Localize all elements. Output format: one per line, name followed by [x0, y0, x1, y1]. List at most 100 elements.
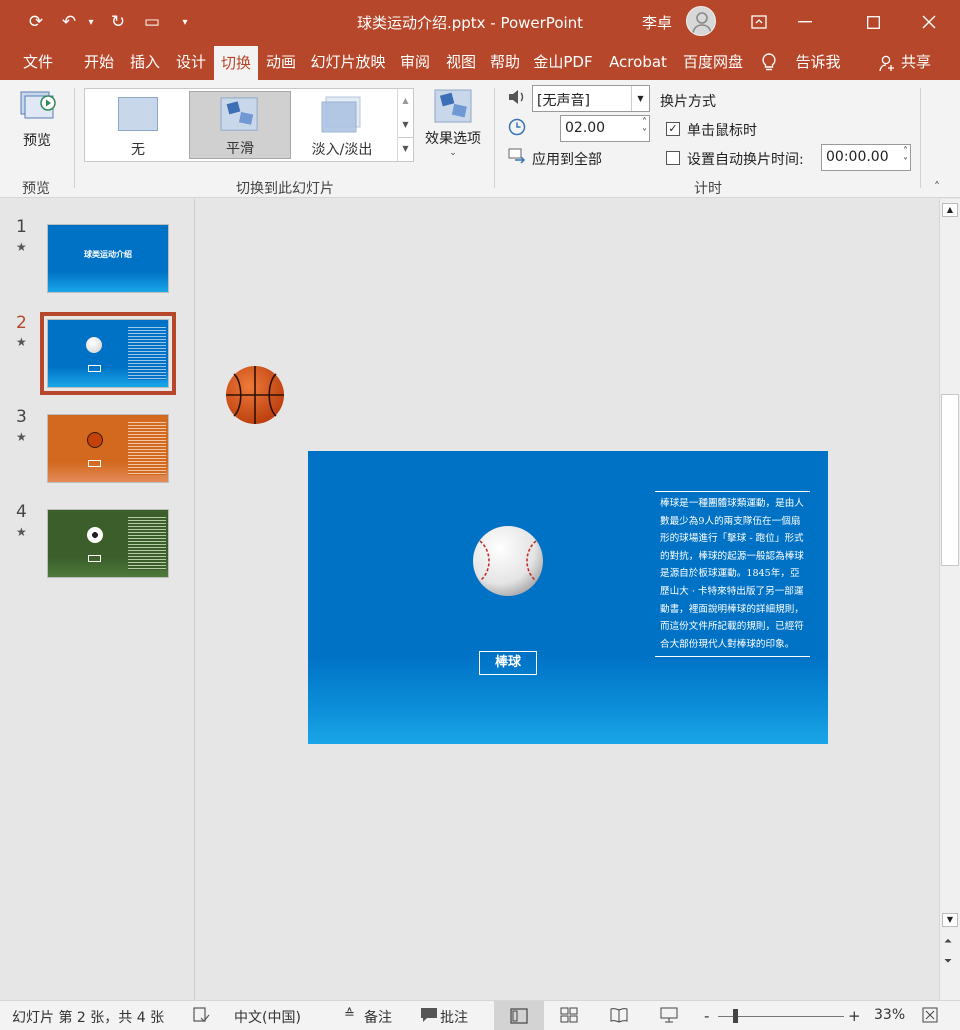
duration-down-icon[interactable]: ˅ — [642, 128, 647, 139]
gallery-down-icon[interactable]: ▼ — [398, 113, 413, 137]
tab-animations[interactable]: 动画 — [260, 44, 302, 80]
zoom-out-icon[interactable]: - — [704, 1007, 709, 1025]
next-slide-icon[interactable]: ⏷ — [944, 956, 952, 967]
after-time-checkbox[interactable] — [666, 151, 680, 165]
zoom-level[interactable]: 33% — [874, 1007, 905, 1023]
slide-thumbnail-4[interactable] — [47, 509, 169, 578]
comments-icon[interactable] — [420, 1007, 438, 1027]
zoom-slider-thumb[interactable] — [733, 1009, 738, 1023]
gallery-up-icon[interactable]: ▲ — [398, 89, 413, 113]
language-indicator[interactable]: 中文(中国) — [234, 1007, 301, 1027]
advance-slide-title: 换片方式 — [660, 94, 716, 110]
avatar[interactable] — [686, 6, 716, 36]
preview-label: 预览 — [23, 133, 51, 149]
duration-up-icon[interactable]: ˄ — [642, 117, 647, 128]
speaker-icon — [507, 88, 527, 110]
redo-icon[interactable]: ↻ — [106, 10, 130, 34]
separator — [494, 88, 495, 188]
tab-acrobat[interactable]: Acrobat — [602, 44, 674, 80]
duration-spinner[interactable]: 02.00 ˄ ˅ — [560, 115, 650, 142]
vertical-scrollbar[interactable]: ▲ ▼ ⏶ ⏷ — [939, 199, 960, 1000]
undo-icon[interactable]: ↶ — [58, 10, 80, 34]
baseball-image[interactable] — [472, 525, 544, 601]
slide-body-text[interactable]: 棒球是一種團體球類運動，是由人數最少為9人的兩支隊伍在一個扇形的球場進行「擊球 … — [655, 491, 810, 658]
notes-icon[interactable]: ≙ — [344, 1007, 355, 1022]
autosave-icon[interactable]: ⟳ — [24, 10, 48, 34]
ribbon-display-icon[interactable] — [736, 4, 782, 40]
tab-review[interactable]: 审阅 — [394, 44, 436, 80]
zoom-in-icon[interactable]: + — [848, 1007, 861, 1025]
scroll-up-icon[interactable]: ▲ — [942, 203, 958, 217]
share-icon[interactable] — [878, 54, 896, 76]
tab-view[interactable]: 视图 — [440, 44, 482, 80]
tab-home[interactable]: 开始 — [78, 44, 120, 80]
collapse-ribbon-icon[interactable]: ˄ — [934, 180, 940, 194]
transition-fade-label: 淡入/淡出 — [311, 142, 373, 158]
fit-to-window-icon[interactable] — [922, 1007, 938, 1027]
previous-slide-icon[interactable]: ⏶ — [944, 936, 952, 947]
sound-dropdown-icon[interactable]: ▼ — [631, 86, 649, 111]
effect-options-button[interactable]: 效果选项 ⌄ — [418, 88, 488, 174]
tab-design[interactable]: 设计 — [170, 44, 212, 80]
preview-icon — [20, 91, 56, 119]
after-time-up-icon[interactable]: ˄ — [903, 146, 908, 157]
tab-slideshow[interactable]: 幻灯片放映 — [306, 44, 390, 80]
undo-dropdown-icon[interactable]: ▾ — [84, 10, 98, 34]
share-button[interactable]: 共享 — [898, 44, 934, 80]
clock-icon — [508, 118, 526, 140]
transition-none[interactable]: 无 — [87, 91, 189, 159]
maximize-button[interactable] — [850, 4, 896, 40]
transition-fade[interactable]: 淡入/淡出 — [291, 91, 393, 159]
gallery-scroll[interactable]: ▲ ▼ ▼ — [397, 89, 413, 161]
slide-sorter-icon[interactable] — [560, 1007, 578, 1027]
apply-all-icon — [508, 148, 528, 170]
minimize-button[interactable] — [782, 4, 828, 40]
transition-star-icon: ★ — [16, 240, 27, 254]
transition-morph[interactable]: 平滑 — [189, 91, 291, 159]
reading-view-icon[interactable] — [610, 1007, 628, 1027]
customize-toolbar-icon[interactable]: ▾ — [178, 10, 192, 34]
tab-insert[interactable]: 插入 — [124, 44, 166, 80]
sound-value: [无声音] — [537, 93, 590, 109]
after-time-down-icon[interactable]: ˅ — [903, 157, 908, 168]
normal-view-icon — [510, 1008, 528, 1024]
lightbulb-icon[interactable] — [760, 52, 778, 76]
after-time-label: 设置自动换片时间: — [687, 152, 804, 168]
normal-view-button[interactable] — [494, 1001, 544, 1030]
transitions-group-label: 切换到此幻灯片 — [236, 181, 334, 197]
tab-help[interactable]: 帮助 — [484, 44, 526, 80]
fade-icon — [321, 96, 361, 133]
slide-thumbnail-2[interactable] — [40, 312, 176, 395]
start-slideshow-icon[interactable]: ▭ — [140, 10, 164, 34]
duration-value: 02.00 — [565, 120, 606, 136]
apply-to-all-button[interactable]: 应用到全部 — [532, 149, 602, 169]
close-button[interactable] — [906, 4, 952, 40]
tab-file[interactable]: 文件 — [14, 44, 62, 80]
tab-baidu-netdisk[interactable]: 百度网盘 — [678, 44, 748, 80]
comments-button[interactable]: 批注 — [440, 1007, 468, 1027]
slide-number: 1 — [16, 217, 27, 237]
slide-caption[interactable]: 棒球 — [479, 651, 537, 675]
tab-wps-pdf[interactable]: 金山PDF — [530, 44, 596, 80]
slideshow-view-icon[interactable] — [660, 1007, 678, 1027]
sound-select[interactable]: [无声音] ▼ — [532, 85, 650, 112]
slide-thumbnail-3[interactable] — [47, 414, 169, 483]
ribbon-tabs: 文件 开始 插入 设计 切换 动画 幻灯片放映 审阅 视图 帮助 金山PDF A… — [0, 44, 960, 80]
user-name[interactable]: 李卓 — [642, 12, 672, 33]
scroll-down-icon[interactable]: ▼ — [942, 913, 958, 927]
on-click-checkbox[interactable]: ✓ — [666, 122, 680, 136]
scroll-thumb[interactable] — [941, 394, 959, 566]
slide-number: 2 — [16, 313, 27, 333]
transition-morph-label: 平滑 — [226, 141, 254, 157]
preview-button[interactable]: 预览 — [12, 88, 62, 158]
tab-transitions[interactable]: 切换 — [214, 46, 258, 80]
basketball-image[interactable] — [225, 365, 285, 429]
person-icon — [692, 12, 712, 34]
tell-me-search[interactable]: 告诉我 — [790, 44, 846, 80]
after-time-spinner[interactable]: 00:00.00 ˄ ˅ — [821, 144, 911, 171]
slide-thumbnail-1[interactable]: 球类运动介绍 — [47, 224, 169, 293]
gallery-more-icon[interactable]: ▼ — [398, 137, 413, 159]
notes-button[interactable]: 备注 — [364, 1007, 392, 1027]
accessibility-icon[interactable] — [192, 1007, 210, 1027]
thumb-text-lines — [128, 325, 166, 380]
